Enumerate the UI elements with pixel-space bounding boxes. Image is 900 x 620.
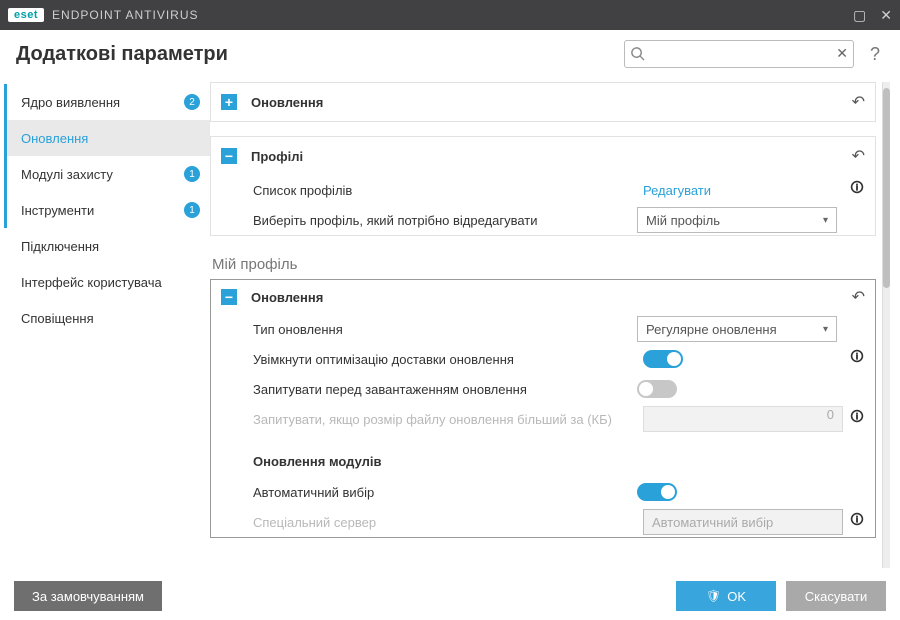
panel-title: Профілі bbox=[251, 149, 852, 164]
row-ask-size: Запитувати, якщо розмір файлу оновлення … bbox=[211, 404, 875, 434]
update-type-select[interactable]: Регулярне оновлення ▾ bbox=[637, 316, 837, 342]
row-label: Виберіть профіль, який потрібно відредаг… bbox=[253, 213, 637, 228]
delivery-opt-toggle[interactable] bbox=[643, 350, 683, 368]
sidebar-item-label: Оновлення bbox=[21, 131, 200, 146]
titlebar: eset ENDPOINT ANTIVIRUS ▢ ✕ bbox=[0, 0, 900, 30]
row-profile-list: Список профілів Редагувати 🛈 bbox=[211, 175, 875, 205]
search-input[interactable] bbox=[624, 40, 854, 68]
row-profile-select: Виберіть профіль, який потрібно відредаг… bbox=[211, 205, 875, 235]
scrollbar-thumb[interactable] bbox=[883, 88, 890, 288]
content: + Оновлення ↶ − Профілі ↶ Список профілі… bbox=[210, 78, 900, 572]
footer: За замовчуванням 🛡 OK Скасувати bbox=[0, 572, 900, 620]
sidebar-item-detection[interactable]: Ядро виявлення 2 bbox=[4, 84, 210, 120]
panel-update-top: + Оновлення ↶ bbox=[210, 82, 876, 122]
sidebar-item-label: Сповіщення bbox=[21, 311, 200, 326]
info-icon[interactable]: 🛈 bbox=[843, 511, 865, 533]
collapse-icon[interactable]: − bbox=[221, 289, 237, 305]
logo-badge: eset bbox=[8, 8, 44, 22]
sidebar-badge: 1 bbox=[184, 202, 200, 218]
select-value: Регулярне оновлення bbox=[646, 322, 777, 337]
row-label: Спеціальний сервер bbox=[253, 515, 643, 530]
sidebar-item-protection[interactable]: Модулі захисту 1 bbox=[4, 156, 210, 192]
row-update-type: Тип оновлення Регулярне оновлення ▾ bbox=[211, 314, 875, 344]
row-label: Запитувати, якщо розмір файлу оновлення … bbox=[253, 412, 643, 427]
sidebar-item-ui[interactable]: Інтерфейс користувача bbox=[4, 264, 210, 300]
sidebar-badge: 1 bbox=[184, 166, 200, 182]
row-label: Запитувати перед завантаженням оновлення bbox=[253, 382, 637, 397]
close-icon[interactable]: ✕ bbox=[880, 7, 892, 24]
row-ask-download: Запитувати перед завантаженням оновлення bbox=[211, 374, 875, 404]
scrollbar[interactable] bbox=[882, 82, 890, 568]
server-select: Автоматичний вибір bbox=[643, 509, 843, 535]
my-profile-heading: Мій профіль bbox=[210, 250, 876, 275]
row-custom-server: Спеціальний сервер Автоматичний вибір 🛈 bbox=[211, 507, 875, 537]
select-value: Мій профіль bbox=[646, 213, 720, 228]
sidebar-badge: 2 bbox=[184, 94, 200, 110]
panel-update: − Оновлення ↶ Тип оновлення Регулярне он… bbox=[210, 279, 876, 538]
ok-button[interactable]: 🛡 OK bbox=[676, 581, 776, 611]
undo-icon[interactable]: ↶ bbox=[852, 92, 865, 112]
row-auto-select: Автоматичний вибір bbox=[211, 477, 875, 507]
info-icon[interactable]: 🛈 bbox=[843, 179, 865, 201]
sidebar-item-label: Ядро виявлення bbox=[21, 95, 178, 110]
help-icon[interactable]: ? bbox=[866, 44, 884, 65]
row-label: Автоматичний вибір bbox=[253, 485, 637, 500]
maximize-icon[interactable]: ▢ bbox=[853, 7, 866, 24]
ask-size-input: 0 bbox=[643, 406, 843, 432]
sidebar-item-label: Підключення bbox=[21, 239, 200, 254]
select-value: Автоматичний вибір bbox=[652, 515, 773, 530]
clear-search-icon[interactable]: ✕ bbox=[836, 45, 848, 62]
panel-profiles: − Профілі ↶ Список профілів Редагувати 🛈… bbox=[210, 136, 876, 236]
sidebar-item-label: Інтерфейс користувача bbox=[21, 275, 200, 290]
ok-label: OK bbox=[727, 589, 746, 604]
ask-download-toggle[interactable] bbox=[637, 380, 677, 398]
modules-heading: Оновлення модулів bbox=[211, 434, 875, 477]
topbar: Додаткові параметри ✕ ? bbox=[0, 30, 900, 78]
app-title: ENDPOINT ANTIVIRUS bbox=[52, 8, 853, 22]
sidebar-item-update[interactable]: Оновлення bbox=[4, 120, 210, 156]
panel-title: Оновлення bbox=[251, 95, 852, 110]
sidebar-item-notifications[interactable]: Сповіщення bbox=[4, 300, 210, 336]
row-label: Увімкнути оптимізацію доставки оновлення bbox=[253, 352, 643, 367]
info-icon[interactable]: 🛈 bbox=[843, 348, 865, 370]
expand-icon[interactable]: + bbox=[221, 94, 237, 110]
auto-select-toggle[interactable] bbox=[637, 483, 677, 501]
defaults-button[interactable]: За замовчуванням bbox=[14, 581, 162, 611]
row-label: Тип оновлення bbox=[253, 322, 637, 337]
collapse-icon[interactable]: − bbox=[221, 148, 237, 164]
chevron-down-icon: ▾ bbox=[823, 215, 828, 226]
sidebar-item-connection[interactable]: Підключення bbox=[4, 228, 210, 264]
info-icon[interactable]: 🛈 bbox=[843, 408, 865, 430]
chevron-down-icon: ▾ bbox=[823, 324, 828, 335]
undo-icon[interactable]: ↶ bbox=[852, 287, 865, 307]
sidebar-item-tools[interactable]: Інструменти 1 bbox=[4, 192, 210, 228]
row-delivery-opt: Увімкнути оптимізацію доставки оновлення… bbox=[211, 344, 875, 374]
profile-select[interactable]: Мій профіль ▾ bbox=[637, 207, 837, 233]
edit-link[interactable]: Редагувати bbox=[643, 183, 711, 198]
shield-icon: 🛡 bbox=[706, 589, 721, 603]
sidebar-item-label: Інструменти bbox=[21, 203, 178, 218]
sidebar: Ядро виявлення 2 Оновлення Модулі захист… bbox=[0, 78, 210, 572]
search-wrap: ✕ bbox=[624, 40, 854, 68]
cancel-button[interactable]: Скасувати bbox=[786, 581, 886, 611]
undo-icon[interactable]: ↶ bbox=[852, 146, 865, 166]
row-label: Список профілів bbox=[253, 183, 643, 198]
sidebar-item-label: Модулі захисту bbox=[21, 167, 178, 182]
page-title: Додаткові параметри bbox=[16, 43, 612, 66]
panel-title: Оновлення bbox=[251, 290, 852, 305]
